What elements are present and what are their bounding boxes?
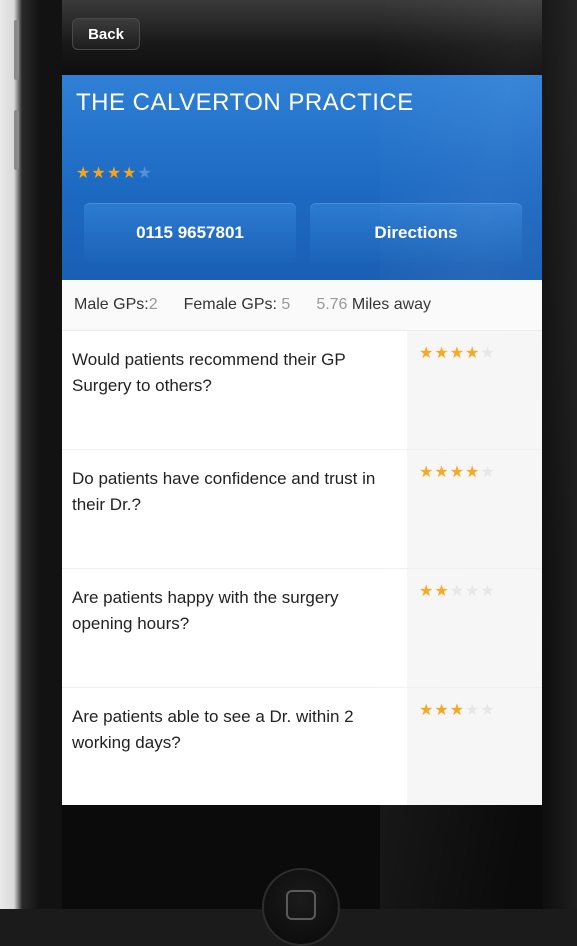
question-rating: ★★★★★ xyxy=(419,343,496,363)
star-icon: ★ xyxy=(122,165,138,182)
star-icon: ★ xyxy=(465,583,481,600)
star-icon: ★ xyxy=(465,464,481,481)
star-icon: ★ xyxy=(76,165,92,182)
home-button-icon xyxy=(286,890,316,920)
volume-up-button xyxy=(14,20,19,80)
star-icon: ★ xyxy=(419,345,435,362)
directions-button[interactable]: Directions xyxy=(310,203,522,263)
question-rating: ★★★★★ xyxy=(419,581,496,601)
star-icon: ★ xyxy=(419,702,435,719)
survey-question-row[interactable]: Do patients have confidence and trust in… xyxy=(62,450,542,569)
star-icon: ★ xyxy=(449,464,466,481)
star-icon: ★ xyxy=(449,583,466,600)
star-icon: ★ xyxy=(449,345,466,362)
star-icon: ★ xyxy=(137,165,153,182)
star-icon: ★ xyxy=(419,464,435,481)
star-icon: ★ xyxy=(449,702,466,719)
star-icon: ★ xyxy=(434,702,450,719)
volume-down-button xyxy=(14,110,19,170)
practice-header: THE CALVERTON PRACTICE ★★★★★ 0115 965780… xyxy=(62,75,542,280)
back-button[interactable]: Back xyxy=(72,18,140,50)
question-rating-panel: ★★★★★ xyxy=(407,450,542,568)
star-icon: ★ xyxy=(480,583,496,600)
question-text: Are patients happy with the surgery open… xyxy=(72,588,339,633)
practice-stats: Male GPs:2 Female GPs: 5 5.76 Miles away xyxy=(62,280,542,331)
practice-rating: ★★★★★ xyxy=(76,163,153,183)
survey-question-row[interactable]: Are patients happy with the surgery open… xyxy=(62,569,542,688)
question-rating-panel: ★★★★★ xyxy=(407,569,542,687)
female-gps: Female GPs: 5 xyxy=(183,296,291,313)
star-icon: ★ xyxy=(434,345,450,362)
distance: 5.76 Miles away xyxy=(316,296,432,313)
question-rating: ★★★★★ xyxy=(419,700,496,720)
star-icon: ★ xyxy=(106,165,123,182)
question-rating-panel: ★★★★★ xyxy=(407,331,542,449)
survey-question-row[interactable]: Are patients able to see a Dr. within 2 … xyxy=(62,688,542,805)
survey-question-row[interactable]: Would patients recommend their GP Surger… xyxy=(62,331,542,450)
star-icon: ★ xyxy=(419,583,435,600)
star-icon: ★ xyxy=(480,702,496,719)
star-icon: ★ xyxy=(91,165,107,182)
question-text: Do patients have confidence and trust in… xyxy=(72,469,376,514)
practice-name: THE CALVERTON PRACTICE xyxy=(76,89,414,116)
star-icon: ★ xyxy=(480,345,496,362)
question-text: Would patients recommend their GP Surger… xyxy=(72,350,346,395)
star-icon: ★ xyxy=(465,345,481,362)
male-gps: Male GPs:2 xyxy=(74,296,158,313)
star-icon: ★ xyxy=(434,583,450,600)
star-icon: ★ xyxy=(465,702,481,719)
question-rating-panel: ★★★★★ xyxy=(407,688,542,805)
question-text: Are patients able to see a Dr. within 2 … xyxy=(72,707,354,752)
survey-content: Male GPs:2 Female GPs: 5 5.76 Miles away… xyxy=(62,280,542,805)
call-button[interactable]: 0115 9657801 xyxy=(84,203,296,263)
star-icon: ★ xyxy=(480,464,496,481)
star-icon: ★ xyxy=(434,464,450,481)
question-rating: ★★★★★ xyxy=(419,462,496,482)
